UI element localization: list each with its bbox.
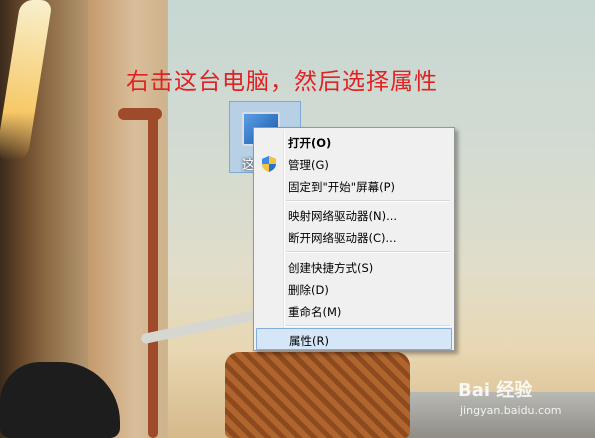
menu-item-label: 属性(R)	[289, 334, 329, 348]
drain-pipe	[148, 108, 158, 438]
menu-item-rename[interactable]: 重命名(M)	[256, 300, 452, 322]
menu-item-label: 映射网络驱动器(N)...	[288, 209, 398, 223]
menu-item-create-shortcut[interactable]: 创建快捷方式(S)	[256, 256, 452, 278]
watermark-url: jingyan.baidu.com	[460, 404, 562, 417]
menu-item-label: 管理(G)	[288, 158, 329, 172]
menu-item-properties[interactable]: 属性(R)	[256, 328, 452, 350]
menu-item-label: 断开网络驱动器(C)...	[288, 231, 397, 245]
instruction-caption: 右击这台电脑，然后选择属性	[126, 69, 438, 95]
menu-item-pin-to-start[interactable]: 固定到"开始"屏幕(P)	[256, 175, 452, 197]
menu-item-label: 固定到"开始"屏幕(P)	[288, 180, 395, 194]
menu-item-map-network-drive[interactable]: 映射网络驱动器(N)...	[256, 204, 452, 226]
context-menu: 打开(O) 管理(G) 固定到"开始"屏幕(P) 映射网络驱动器(N)... 断…	[253, 127, 455, 351]
menu-separator	[286, 200, 450, 202]
menu-item-label: 删除(D)	[288, 283, 329, 297]
menu-item-delete[interactable]: 删除(D)	[256, 278, 452, 300]
menu-item-label: 打开(O)	[288, 136, 332, 150]
menu-separator	[286, 325, 450, 327]
menu-item-disconnect-network-drive[interactable]: 断开网络驱动器(C)...	[256, 226, 452, 248]
bicycle-basket	[225, 352, 410, 438]
baidu-jingyan-watermark: Bai 经验 jingyan.baidu.com	[452, 376, 592, 436]
uac-shield-icon	[262, 156, 276, 172]
watermark-brand: Bai 经验	[458, 380, 533, 401]
menu-item-label: 重命名(M)	[288, 305, 342, 319]
menu-item-open[interactable]: 打开(O)	[256, 131, 452, 153]
menu-separator	[286, 251, 450, 253]
menu-item-label: 创建快捷方式(S)	[288, 261, 374, 275]
menu-item-manage[interactable]: 管理(G)	[256, 153, 452, 175]
